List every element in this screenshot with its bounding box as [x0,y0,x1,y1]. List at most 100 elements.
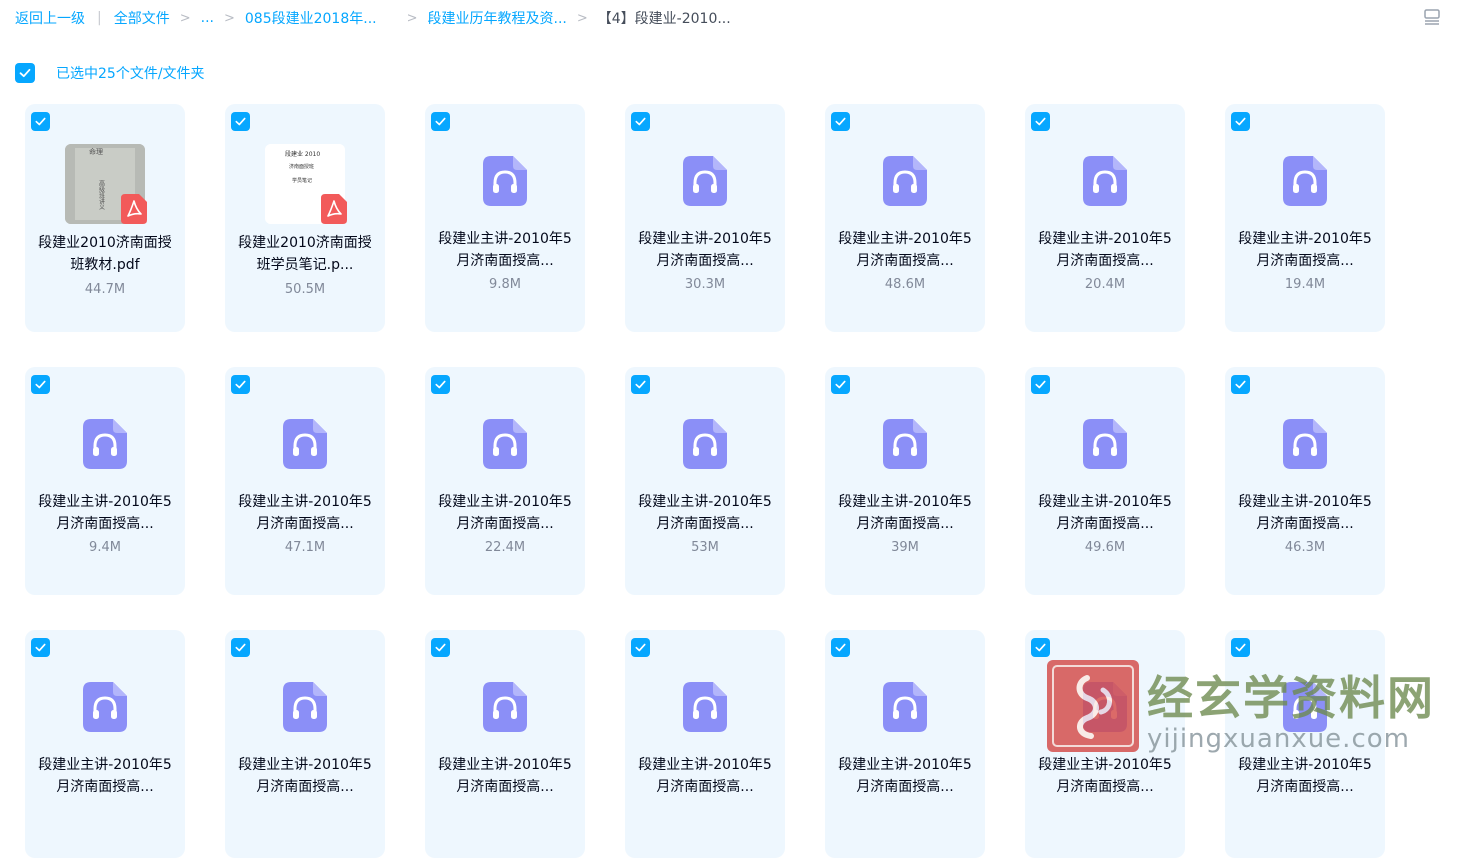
audio-file-tile[interactable]: 段建业主讲-2010年5月济南面授高... 47.1M [225,367,385,595]
check-icon [1235,643,1246,652]
file-size: 22.4M [484,540,526,555]
thumb-text-line: 济南面授班 [289,163,314,170]
check-icon [835,117,846,126]
audio-file-tile[interactable]: 段建业主讲-2010年5月济南面授高... 49.6M [1025,367,1185,595]
check-icon [1035,117,1046,126]
file-checkbox[interactable] [31,375,50,394]
file-checkbox[interactable] [231,375,250,394]
check-icon [1035,380,1046,389]
file-checkbox[interactable] [1231,638,1250,657]
file-name: 段建业主讲-2010年5月济南面授高... [838,494,972,532]
file-checkbox[interactable] [431,375,450,394]
audio-file-tile[interactable]: 段建业主讲-2010年5月济南面授高... 20.4M [1025,104,1185,332]
file-checkbox[interactable] [1231,375,1250,394]
audio-file-tile[interactable]: 段建业主讲-2010年5月济南面授高... [825,630,985,858]
back-link[interactable]: 返回上一级 [15,8,85,28]
audio-file-tile[interactable]: 段建业主讲-2010年5月济南面授高... 22.4M [425,367,585,595]
audio-file-tile[interactable]: 段建业主讲-2010年5月济南面授高... [225,630,385,858]
select-all-checkbox[interactable] [15,63,35,83]
watermark-url: yijingxuanxue.com [1147,724,1410,754]
audio-file-tile[interactable]: 段建业主讲-2010年5月济南面授高... [425,630,585,858]
audio-file-icon [1283,156,1327,206]
file-checkbox[interactable] [1031,638,1050,657]
audio-file-icon [483,682,527,732]
check-icon [235,117,246,126]
file-name: 段建业主讲-2010年5月济南面授高... [1038,757,1172,795]
file-name: 段建业主讲-2010年5月济南面授高... [1238,494,1372,532]
seal-icon [1052,665,1134,747]
file-name: 段建业主讲-2010年5月济南面授高... [638,757,772,795]
file-checkbox[interactable] [831,112,850,131]
check-icon [835,643,846,652]
audio-file-icon [1283,419,1327,469]
selection-count-label: 已选中25个文件/文件夹 [56,66,205,82]
file-name: 段建业2010济南面授班学员笔记.p... [238,235,372,273]
breadcrumb-all-files[interactable]: 全部文件 [114,8,170,28]
file-name: 段建业主讲-2010年5月济南面授高... [838,757,972,795]
audio-file-icon [483,156,527,206]
audio-file-tile[interactable]: 段建业主讲-2010年5月济南面授高... 46.3M [1225,367,1385,595]
list-view-icon[interactable] [1423,8,1441,26]
file-checkbox[interactable] [431,638,450,657]
file-checkbox[interactable] [631,112,650,131]
check-icon [235,643,246,652]
audio-file-icon [1083,156,1127,206]
breadcrumb-ellipsis[interactable]: ... [201,10,214,26]
watermark-title: 经玄学资料网 [1147,671,1435,725]
file-name: 段建业主讲-2010年5月济南面授高... [438,494,572,532]
audio-file-tile[interactable]: 段建业主讲-2010年5月济南面授高... 39M [825,367,985,595]
file-name: 段建业主讲-2010年5月济南面授高... [238,494,372,532]
file-size: 30.3M [684,277,726,292]
file-checkbox[interactable] [31,112,50,131]
breadcrumb-separator-icon: > [576,10,588,26]
thumb-text-line: 段建业 2010 [285,150,320,158]
file-checkbox[interactable] [231,112,250,131]
check-icon [635,380,646,389]
audio-file-icon [683,419,727,469]
file-size: 48.6M [884,277,926,292]
breadcrumb-separator-icon: > [406,10,418,26]
file-checkbox[interactable] [1031,112,1050,131]
select-all-row: 已选中25个文件/文件夹 [15,62,205,84]
audio-file-tile[interactable]: 段建业主讲-2010年5月济南面授高... 30.3M [625,104,785,332]
file-checkbox[interactable] [231,638,250,657]
pdf-icon [121,194,147,224]
file-checkbox[interactable] [1231,112,1250,131]
file-size: 47.1M [284,540,326,555]
file-checkbox[interactable] [831,638,850,657]
file-name: 段建业主讲-2010年5月济南面授高... [1238,231,1372,269]
file-checkbox[interactable] [631,375,650,394]
file-name: 段建业主讲-2010年5月济南面授高... [1038,494,1172,532]
check-icon [635,117,646,126]
audio-file-tile[interactable]: 段建业主讲-2010年5月济南面授高... 9.4M [25,367,185,595]
file-checkbox[interactable] [31,638,50,657]
check-icon [35,380,46,389]
check-icon [435,117,446,126]
file-size: 46.3M [1284,540,1326,555]
audio-file-tile[interactable]: 段建业主讲-2010年5月济南面授高... 19.4M [1225,104,1385,332]
audio-file-tile[interactable]: 段建业主讲-2010年5月济南面授高... [25,630,185,858]
file-checkbox[interactable] [831,375,850,394]
file-size: 9.8M [489,277,521,292]
file-checkbox[interactable] [631,638,650,657]
audio-file-tile[interactable]: 段建业主讲-2010年5月济南面授高... 9.8M [425,104,585,332]
breadcrumb-level1[interactable]: 085段建业2018年... [245,8,377,28]
audio-file-tile[interactable]: 段建业主讲-2010年5月济南面授高... [625,630,785,858]
audio-file-icon [83,419,127,469]
file-name: 段建业主讲-2010年5月济南面授高... [1038,231,1172,269]
audio-file-tile[interactable]: 段建业主讲-2010年5月济南面授高... 53M [625,367,785,595]
breadcrumb-level2[interactable]: 段建业历年教程及资... [428,8,567,28]
check-icon [1035,643,1046,652]
file-name: 段建业主讲-2010年5月济南面授高... [438,231,572,269]
file-checkbox[interactable] [431,112,450,131]
file-name: 段建业主讲-2010年5月济南面授高... [838,231,972,269]
file-size: 9.4M [89,540,121,555]
pdf-file-tile[interactable]: 命理 高级班讲义 段建业2010济南面授班教材.pdf 44.7M [25,104,185,332]
check-icon [1235,380,1246,389]
file-checkbox[interactable] [1031,375,1050,394]
audio-file-tile[interactable]: 段建业主讲-2010年5月济南面授高... 48.6M [825,104,985,332]
audio-file-icon [83,682,127,732]
file-size: 53M [691,540,719,555]
breadcrumb-separator-icon: > [223,10,235,26]
pdf-file-tile[interactable]: 段建业 2010 济南面授班 学员笔记 段建业2010济南面授班学员笔记.p... 50… [225,104,385,332]
